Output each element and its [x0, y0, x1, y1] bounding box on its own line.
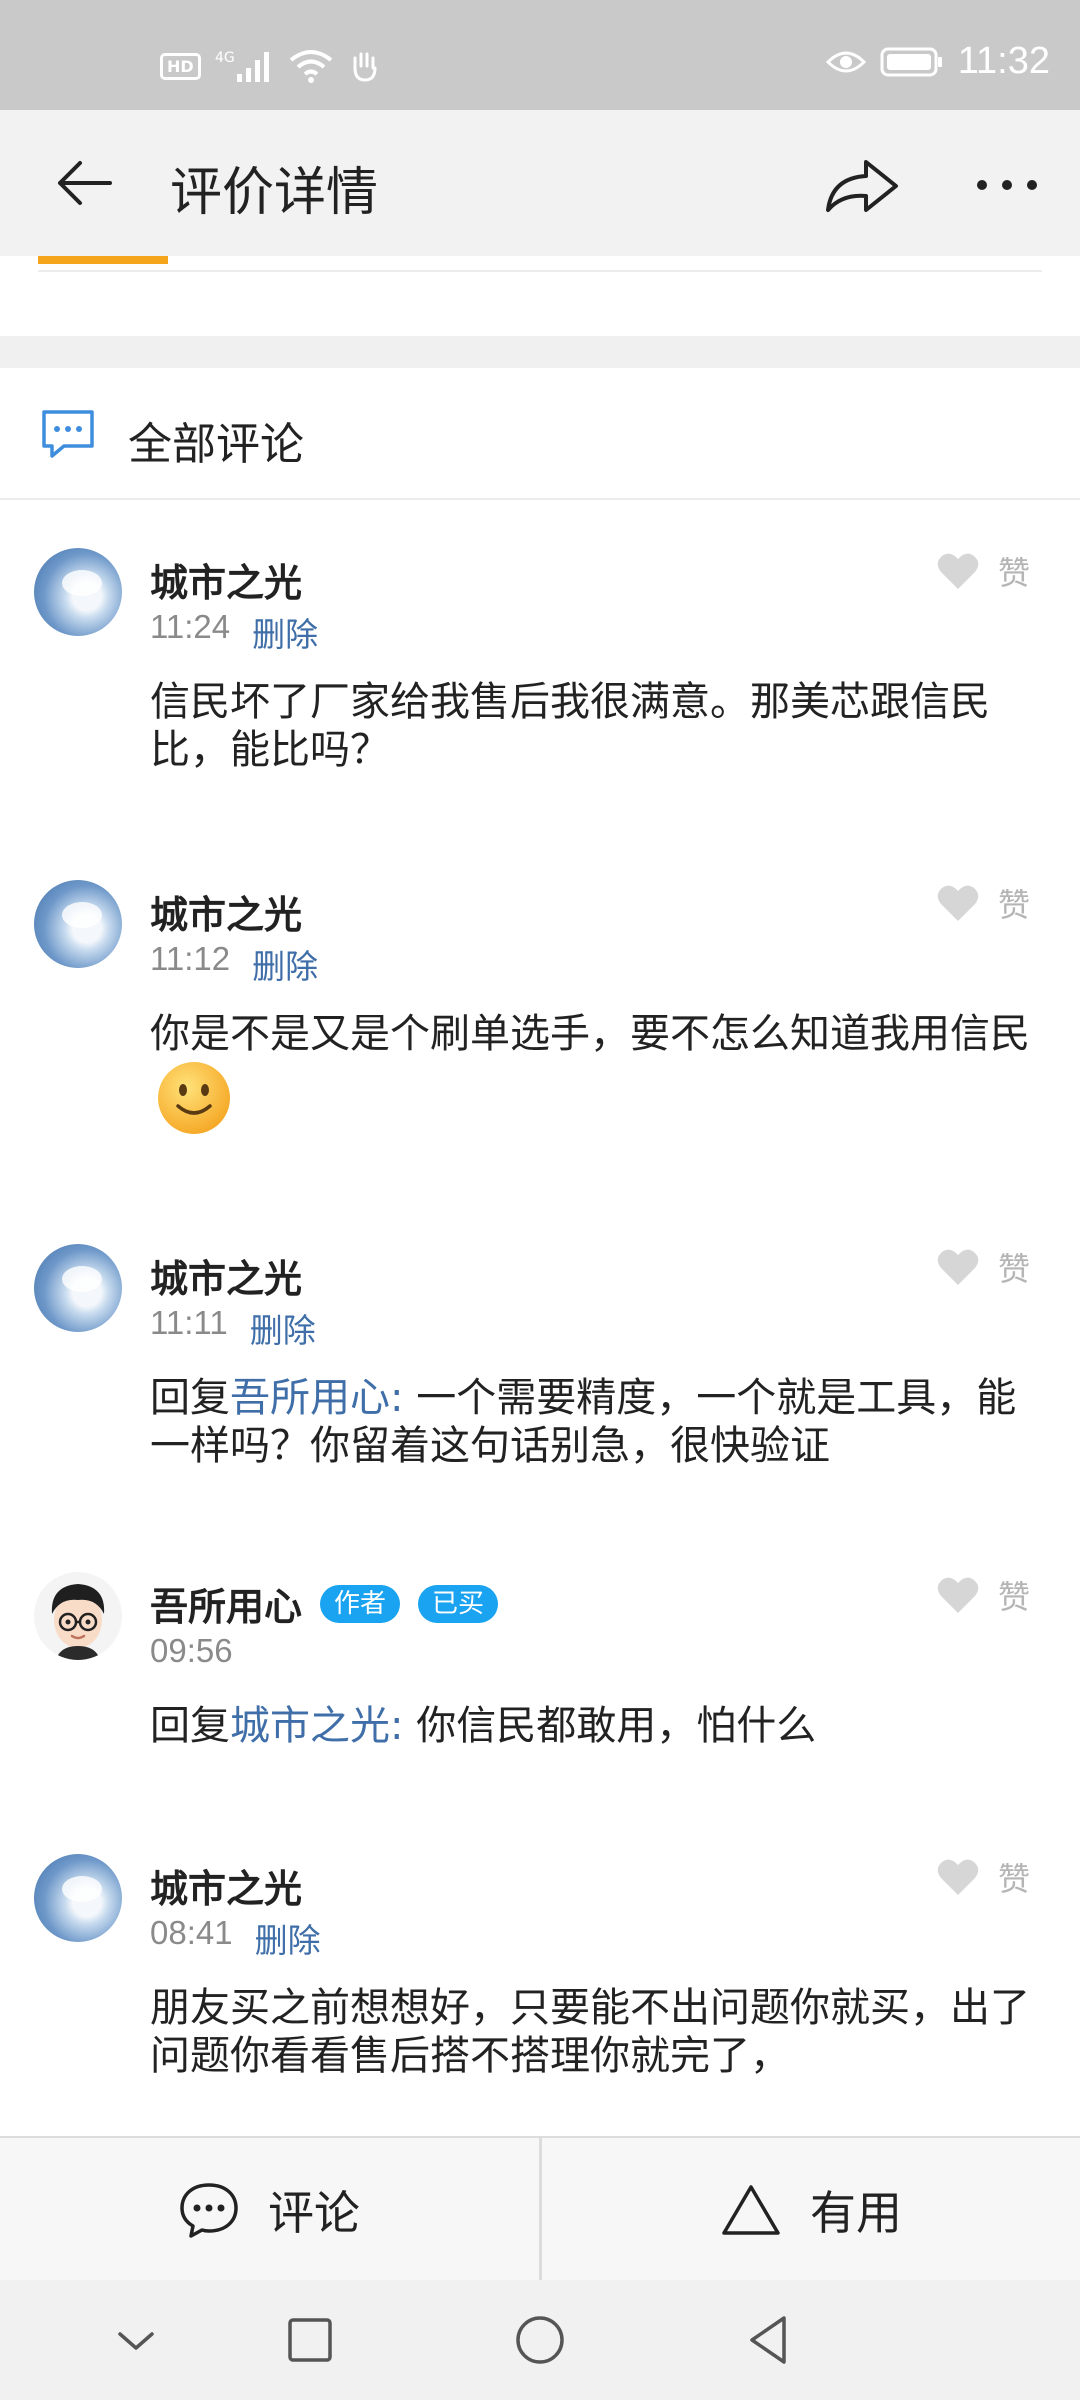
- reply-prefix: 回复: [150, 1703, 230, 1749]
- person-avatar-icon: [51, 1584, 105, 1660]
- top-app-bar: 评价详情: [0, 110, 1080, 256]
- chat-bubble-icon: [180, 2183, 238, 2238]
- triangle-icon: [722, 2185, 780, 2235]
- more-icon[interactable]: [972, 150, 1042, 220]
- recents-square-icon[interactable]: [280, 2310, 340, 2370]
- status-left-icons: HD 4G: [160, 48, 383, 84]
- comment-time: 11:24: [150, 608, 231, 645]
- comment-meta: 09:56: [150, 1632, 233, 1670]
- comment-text: 信民坏了厂家给我售后我很满意。那美芯跟信民比，能比吗？: [150, 679, 990, 773]
- heart-icon: [937, 1859, 979, 1895]
- heart-icon: [937, 885, 979, 921]
- bought-badge: 已买: [418, 1584, 499, 1623]
- home-circle-icon[interactable]: [510, 2310, 570, 2370]
- heart-icon: [937, 1249, 979, 1285]
- username[interactable]: 吾所用心: [150, 1576, 302, 1631]
- like-button[interactable]: 赞: [936, 548, 1030, 594]
- all-comments-header: 全部评论: [0, 368, 1080, 500]
- comment-button-label: 评论: [268, 2186, 360, 2240]
- comment-header: 吾所用心 作者 已买: [150, 1576, 499, 1631]
- reply-to-user[interactable]: 吾所用心:: [230, 1375, 403, 1421]
- avatar[interactable]: [34, 548, 122, 636]
- signal-icon: 4G: [215, 50, 269, 82]
- like-label: 赞: [997, 1250, 1030, 1288]
- username[interactable]: 城市之光: [150, 1858, 302, 1913]
- comment-time: 11:11: [150, 1304, 228, 1341]
- username[interactable]: 城市之光: [150, 884, 302, 939]
- comment-text-content: 你信民都敢用，怕什么: [403, 1703, 817, 1749]
- useful-button[interactable]: 有用: [542, 2138, 1080, 2282]
- like-button[interactable]: 赞: [936, 1854, 1030, 1900]
- svg-text:4G: 4G: [215, 50, 235, 66]
- avatar[interactable]: [34, 1244, 122, 1332]
- username[interactable]: 城市之光: [150, 552, 302, 607]
- comment-text-content: 你是不是又是个刷单选手，要不怎么知道我用信民: [150, 1011, 1030, 1057]
- author-badge: 作者: [320, 1584, 401, 1623]
- clipped-tag: [38, 256, 168, 264]
- arrow-left-icon[interactable]: [50, 148, 120, 218]
- smile-emoji-icon: [158, 1062, 230, 1134]
- comment-list-icon: [42, 410, 94, 458]
- share-icon[interactable]: [822, 150, 902, 220]
- comment-text: 你是不是又是个刷单选手，要不怎么知道我用信民: [150, 1010, 1040, 1138]
- wifi-icon: [289, 50, 332, 83]
- bottom-action-bar: 评论 有用: [0, 2136, 1080, 2282]
- back-triangle-icon[interactable]: [740, 2310, 800, 2370]
- comment-header: 城市之光: [150, 884, 302, 939]
- battery-icon: [880, 47, 942, 76]
- comment-text: 回复吾所用心: 一个需要精度，一个就是工具，能一样吗？你留着这句话别急，很快验证: [150, 1374, 1040, 1470]
- heart-icon: [937, 553, 979, 589]
- all-comments-label: 全部评论: [128, 419, 304, 470]
- comment-text: 朋友买之前想想好，只要能不出问题你就买，出了问题你看看售后搭不搭理你就完了，: [150, 1985, 1030, 2079]
- avatar[interactable]: [34, 1854, 122, 1942]
- comment-meta: 08:41 删除: [150, 1914, 321, 1962]
- status-time: 11:32: [957, 40, 1050, 82]
- reply-prefix: 回复: [150, 1375, 230, 1421]
- like-label: 赞: [997, 886, 1030, 924]
- useful-button-label: 有用: [810, 2186, 902, 2240]
- comment-header: 城市之光: [150, 1248, 302, 1303]
- status-bar: HD 4G 11:32: [0, 0, 1080, 110]
- avatar[interactable]: [34, 880, 122, 968]
- like-label: 赞: [997, 1578, 1030, 1616]
- avatar[interactable]: [34, 1572, 122, 1660]
- section-gap: [0, 336, 1080, 368]
- comment-time: 08:41: [150, 1914, 233, 1951]
- comment-header: 城市之光: [150, 552, 302, 607]
- divider: [38, 270, 1042, 272]
- delete-button[interactable]: 删除: [252, 940, 318, 988]
- system-nav-bar: [0, 2280, 1080, 2400]
- like-label: 赞: [997, 1860, 1030, 1898]
- comment-meta: 11:11 删除: [150, 1304, 316, 1352]
- hd-icon: HD: [160, 52, 201, 80]
- chevron-down-icon[interactable]: [106, 2310, 166, 2370]
- like-label: 赞: [997, 554, 1030, 592]
- like-button[interactable]: 赞: [936, 1572, 1030, 1618]
- comment-time: 09:56: [150, 1632, 233, 1669]
- heart-icon: [937, 1577, 979, 1613]
- page-title: 评价详情: [170, 163, 379, 223]
- comment-button[interactable]: 评论: [0, 2138, 538, 2282]
- username[interactable]: 城市之光: [150, 1248, 302, 1303]
- clipped-content: [0, 256, 1080, 336]
- eye-icon: [825, 51, 866, 72]
- comment-header: 城市之光: [150, 1858, 302, 1913]
- delete-button[interactable]: 删除: [252, 608, 318, 656]
- comment-meta: 11:12 删除: [150, 940, 318, 988]
- comment-text: 回复城市之光: 你信民都敢用，怕什么: [150, 1702, 1040, 1750]
- delete-button[interactable]: 删除: [255, 1914, 321, 1962]
- comment-time: 11:12: [150, 940, 231, 977]
- reply-to-user[interactable]: 城市之光:: [230, 1703, 403, 1749]
- like-button[interactable]: 赞: [936, 880, 1030, 926]
- like-button[interactable]: 赞: [936, 1244, 1030, 1290]
- hand-icon: [353, 52, 377, 82]
- delete-button[interactable]: 删除: [250, 1304, 316, 1352]
- comment-meta: 11:24 删除: [150, 608, 318, 656]
- status-right-icons: 11:32: [825, 40, 1050, 83]
